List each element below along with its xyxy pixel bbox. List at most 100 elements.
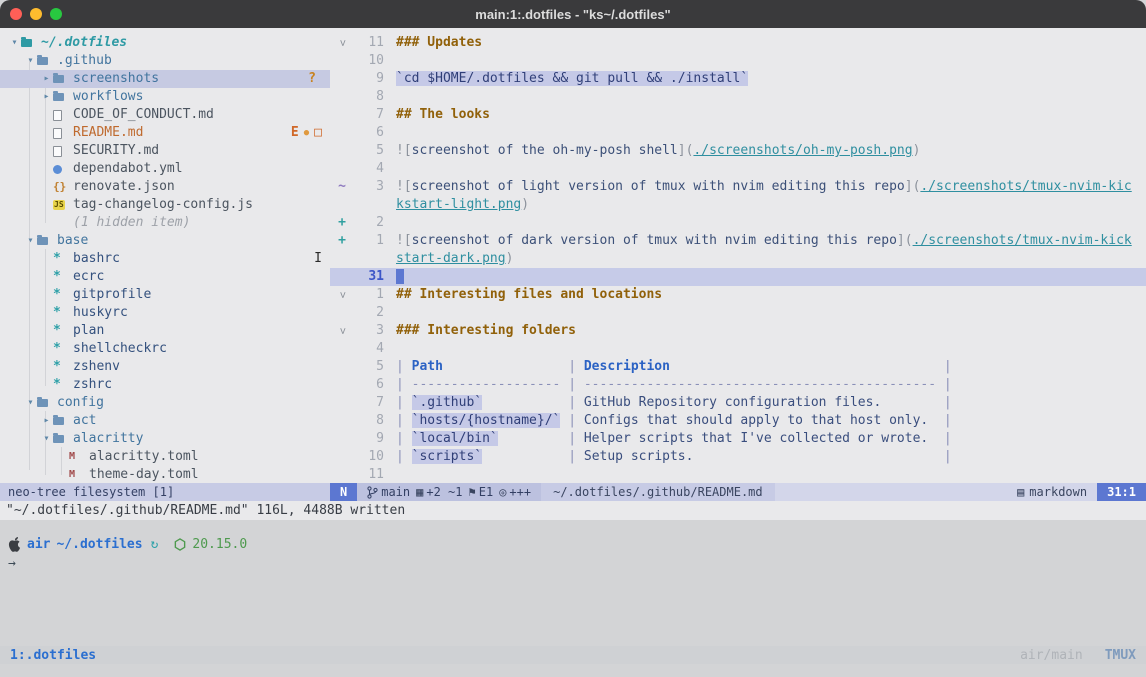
- editor-line[interactable]: 2: [330, 304, 1146, 322]
- editor-line[interactable]: 10: [330, 52, 1146, 70]
- editor-line[interactable]: 4: [330, 160, 1146, 178]
- line-text: ![screenshot of light version of tmux wi…: [384, 178, 1132, 196]
- tree-item-dependabot.yml[interactable]: dependabot.yml: [0, 160, 330, 178]
- text-run: [928, 413, 936, 428]
- tree-item-alacritty[interactable]: ▾alacritty: [0, 430, 330, 448]
- neotree-statusline: neo-tree filesystem [1]: [0, 483, 330, 501]
- editor-line[interactable]: +2: [330, 214, 1146, 232]
- tree-item-readme.md[interactable]: README.mdE●□: [0, 124, 330, 142]
- text-run: Setup scripts.: [584, 449, 694, 464]
- editor-line[interactable]: 5![screenshot of the oh-my-posh shell](.…: [330, 142, 1146, 160]
- editor-line[interactable]: 31: [330, 268, 1146, 286]
- chevron-right-icon[interactable]: ▸: [40, 70, 53, 88]
- editor-line[interactable]: 8: [330, 88, 1146, 106]
- tree-item-act[interactable]: ▸act: [0, 412, 330, 430]
- line-number: 3: [354, 322, 384, 340]
- chevron-down-icon[interactable]: ▾: [24, 52, 37, 70]
- text-run: |: [396, 413, 412, 428]
- chevron-right-icon[interactable]: ▸: [40, 412, 53, 430]
- editor-line[interactable]: +1![screenshot of dark version of tmux w…: [330, 232, 1146, 250]
- editor-line[interactable]: 9`cd $HOME/.dotfiles && git pull && ./in…: [330, 70, 1146, 88]
- line-text: `cd $HOME/.dotfiles && git pull && ./ins…: [384, 70, 748, 88]
- editor-line[interactable]: kstart-light.png): [330, 196, 1146, 214]
- gutter-cell: [330, 304, 354, 322]
- line-number: 2: [354, 214, 384, 232]
- editor-line[interactable]: >3### Interesting folders: [330, 322, 1146, 340]
- text-run: ](: [678, 143, 694, 158]
- text-run: ): [506, 251, 514, 266]
- cursor-block: [396, 269, 404, 284]
- tree-item-workflows[interactable]: ▸workflows: [0, 88, 330, 106]
- editor-line[interactable]: 8| `hosts/{hostname}/` | Configs that sh…: [330, 412, 1146, 430]
- editor-line[interactable]: 5| Path | Description |: [330, 358, 1146, 376]
- tree-item-zshrc[interactable]: *zshrc: [0, 376, 330, 394]
- line-number: 6: [354, 376, 384, 394]
- tree-item-shellcheckrc[interactable]: *shellcheckrc: [0, 340, 330, 358]
- tree-item-ecrc[interactable]: *ecrc: [0, 268, 330, 286]
- text-run: screenshot of dark version of tmux with …: [412, 233, 897, 248]
- shell-config-icon: *: [53, 286, 61, 304]
- mouse-ibeam-cursor: I: [314, 250, 322, 268]
- editor-line[interactable]: 10| `scripts` | Setup scripts. |: [330, 448, 1146, 466]
- text-run: *: [53, 322, 69, 340]
- tree-item-plan[interactable]: *plan: [0, 322, 330, 340]
- tree-item-.github[interactable]: ▾.github: [0, 52, 330, 70]
- tree-item-security.md[interactable]: SECURITY.md: [0, 142, 330, 160]
- minimize-button[interactable]: [30, 8, 42, 20]
- terminal-window: main:1:.dotfiles - "ks~/.dotfiles" ▾~/.d…: [0, 0, 1146, 677]
- chevron-down-icon[interactable]: ▾: [24, 394, 37, 412]
- filetype-label: markdown: [1029, 483, 1087, 501]
- editor-line[interactable]: >11### Updates: [330, 34, 1146, 52]
- status-icon: ◎: [499, 483, 506, 501]
- neotree-panel[interactable]: ▾~/.dotfiles▾.github▸screenshots?▸workfl…: [0, 28, 330, 483]
- tree-item-config[interactable]: ▾config: [0, 394, 330, 412]
- tree-item-label: huskyrc: [73, 304, 128, 322]
- text-run: Helper scripts that I've collected or wr…: [584, 431, 928, 446]
- tree-item--.dotfiles[interactable]: ▾~/.dotfiles: [0, 34, 330, 52]
- titlebar[interactable]: main:1:.dotfiles - "ks~/.dotfiles": [0, 0, 1146, 28]
- tree-item-zshenv[interactable]: *zshenv: [0, 358, 330, 376]
- tree-item-base[interactable]: ▾base: [0, 232, 330, 250]
- tree-item-bashrc[interactable]: *bashrcI: [0, 250, 330, 268]
- tmux-right-status: air/main TMUX: [1020, 648, 1136, 663]
- editor-line[interactable]: ~3![screenshot of light version of tmux …: [330, 178, 1146, 196]
- editor-line[interactable]: >1## Interesting files and locations: [330, 286, 1146, 304]
- zoom-button[interactable]: [50, 8, 62, 20]
- chevron-right-icon[interactable]: ▸: [40, 88, 53, 106]
- tree-item-tag-changelog-config.js[interactable]: JStag-changelog-config.js: [0, 196, 330, 214]
- tree-item--1-hidden-item-[interactable]: (1 hidden item): [0, 214, 330, 232]
- text-run: |: [560, 359, 583, 374]
- editor-line[interactable]: 6| ------------------- | ---------------…: [330, 376, 1146, 394]
- text-run: |: [396, 359, 412, 374]
- line-number: 1: [354, 286, 384, 304]
- line-text: | Path | Description |: [384, 358, 952, 376]
- editor-line[interactable]: 9| `local/bin` | Helper scripts that I'v…: [330, 430, 1146, 448]
- tree-item-label: README.md: [73, 124, 143, 142]
- tmux-window-tab[interactable]: 1:.dotfiles: [10, 648, 96, 663]
- editor-line[interactable]: 7| `.github` | GitHub Repository configu…: [330, 394, 1146, 412]
- editor-line[interactable]: 7## The looks: [330, 106, 1146, 124]
- chevron-down-icon[interactable]: ▾: [8, 34, 21, 52]
- tree-item-gitprofile[interactable]: *gitprofile: [0, 286, 330, 304]
- text-run: |: [936, 359, 952, 374]
- gutter-cell: >: [330, 34, 354, 52]
- statusline-git-segment: main ▦ +2 ~1 ⚑ E1 ◎ +++: [357, 483, 541, 501]
- editor-line[interactable]: start-dark.png): [330, 250, 1146, 268]
- text-run: |: [936, 395, 952, 410]
- editor-line[interactable]: 4: [330, 340, 1146, 358]
- chevron-down-icon[interactable]: ▾: [24, 232, 37, 250]
- tree-item-theme-day.toml[interactable]: Mtheme-day.toml: [0, 466, 330, 483]
- icon-cell: [37, 399, 53, 407]
- editor-line[interactable]: 11: [330, 466, 1146, 483]
- tree-item-alacritty.toml[interactable]: Malacritty.toml: [0, 448, 330, 466]
- tree-item-label: zshenv: [73, 358, 120, 376]
- tree-item-huskyrc[interactable]: *huskyrc: [0, 304, 330, 322]
- editor-line[interactable]: 6: [330, 124, 1146, 142]
- line-number: [354, 196, 384, 214]
- editor-buffer[interactable]: >11### Updates109`cd $HOME/.dotfiles && …: [330, 28, 1146, 483]
- close-button[interactable]: [10, 8, 22, 20]
- chevron-down-icon[interactable]: ▾: [40, 430, 53, 448]
- tree-item-renovate.json[interactable]: {}renovate.json: [0, 178, 330, 196]
- tree-item-screenshots[interactable]: ▸screenshots?: [0, 70, 330, 88]
- tree-item-code-of-conduct.md[interactable]: CODE_OF_CONDUCT.md: [0, 106, 330, 124]
